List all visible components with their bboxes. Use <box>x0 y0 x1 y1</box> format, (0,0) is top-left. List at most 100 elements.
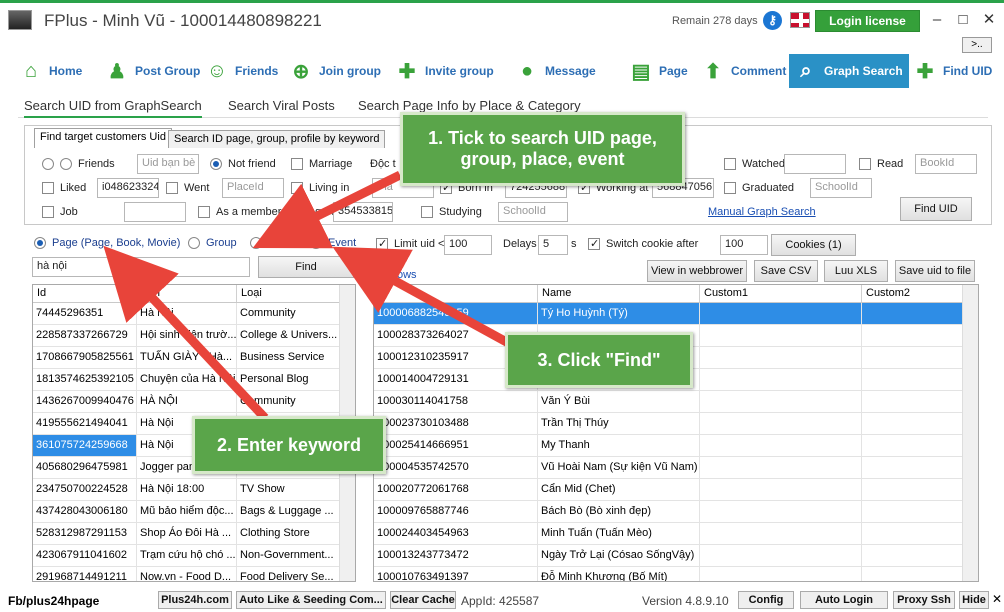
switch-cookie-check[interactable]: Switch cookie after <box>588 237 698 250</box>
living-check[interactable]: Living in <box>291 182 349 194</box>
studying-input[interactable]: SchoolId <box>498 202 568 222</box>
tab-viral-posts[interactable]: Search Viral Posts <box>228 98 335 116</box>
table-row[interactable]: 100030114041758 Văn Ý Bùi <box>374 391 978 413</box>
toolbar-page[interactable]: ▤ Page <box>628 54 688 88</box>
column-header-name[interactable]: Tên <box>137 285 237 302</box>
checkbox[interactable] <box>42 206 54 218</box>
column-header-type[interactable]: Loại <box>237 285 341 302</box>
studying-check[interactable]: Studying <box>421 206 482 218</box>
table-row[interactable]: 100006882549959 Tý Ho Huỳnh (Tý) <box>374 303 978 325</box>
close-button[interactable]: ✕ <box>977 11 1001 29</box>
minimize-button[interactable]: – <box>925 11 949 29</box>
table-row[interactable]: 100013243773472 Ngày Trở Lại (Cósao SốngV… <box>374 545 978 567</box>
toolbar-graph-search[interactable]: ⌕ Graph Search <box>789 54 909 88</box>
radio[interactable] <box>188 237 200 249</box>
table-row[interactable]: 100020772061768 Cẩn Mid (Chet) <box>374 479 978 501</box>
table-row[interactable]: 100009765887746 Bách Bò (Bò xinh đẹp) <box>374 501 978 523</box>
radio[interactable] <box>60 158 72 170</box>
limit-check[interactable]: Limit uid < <box>376 237 444 250</box>
group-option[interactable]: Group <box>188 237 237 249</box>
went-check[interactable]: Went <box>166 182 209 194</box>
more-button[interactable]: >.. <box>962 37 992 53</box>
toolbar-find-uid[interactable]: ✚ Find UID <box>912 54 993 88</box>
table-row[interactable]: 100023730103488 Trần Thị Thúy <box>374 413 978 435</box>
maximize-button[interactable]: □ <box>951 11 975 29</box>
watched-input[interactable] <box>784 154 846 174</box>
table-row[interactable]: 234750700224528 Hà Nội 18:00 TV Show <box>33 479 355 501</box>
went-input[interactable]: PlaceId <box>222 178 284 198</box>
keyword-input[interactable]: hà nội <box>32 257 250 277</box>
switch-cookie-input[interactable]: 100 <box>720 235 768 255</box>
plus24h-button[interactable]: Plus24h.com <box>158 591 232 609</box>
find-button[interactable]: Find <box>258 256 354 278</box>
table-row[interactable]: 423067911041602 Trạm cứu hộ chó ... Non-Go… <box>33 545 355 567</box>
graduated-input[interactable]: SchoolId <box>810 178 872 198</box>
table-row[interactable]: 437428043006180 Mũ bảo hiểm độc... Bags & … <box>33 501 355 523</box>
table-row[interactable]: 100024403454963 Minh Tuấn (Tuấn Mèo) <box>374 523 978 545</box>
radio[interactable] <box>250 237 262 249</box>
liked-check[interactable]: Liked <box>42 182 86 194</box>
luu-xls-button[interactable]: Luu XLS <box>824 260 888 282</box>
member-input[interactable]: 354533815 <box>333 202 393 222</box>
watched-check[interactable]: Watched <box>724 158 785 170</box>
config-button[interactable]: Config <box>738 591 794 609</box>
checkbox[interactable] <box>859 158 871 170</box>
close-icon[interactable]: ✕ <box>992 592 1002 606</box>
toolbar-join-group[interactable]: ⊕ Join group <box>288 54 381 88</box>
tab-search-uid[interactable]: Search UID from GraphSearch <box>24 98 202 118</box>
delays-input[interactable]: 5 <box>538 235 568 255</box>
key-icon[interactable]: ⚷ <box>763 11 782 30</box>
radio[interactable] <box>310 237 322 249</box>
column-header-name[interactable]: Name <box>538 285 700 302</box>
checkbox[interactable] <box>291 182 303 194</box>
member-check[interactable]: As a member of the grou <box>198 206 337 218</box>
table-row[interactable]: 1436267009940476 HÀ NỘI Community <box>33 391 355 413</box>
toolbar-message[interactable]: ● Message <box>514 54 596 88</box>
toolbar-invite-group[interactable]: ✚ Invite group <box>394 54 494 88</box>
checkbox[interactable] <box>421 206 433 218</box>
find-uid-button[interactable]: Find UID <box>900 197 972 221</box>
checkbox[interactable] <box>166 182 178 194</box>
not-friend-option[interactable]: Not friend <box>210 158 276 170</box>
job-check[interactable]: Job <box>42 206 78 218</box>
radio[interactable] <box>42 158 54 170</box>
manual-graph-search-link[interactable]: Manual Graph Search <box>708 206 816 218</box>
job-input[interactable] <box>124 202 186 222</box>
checkbox[interactable] <box>724 182 736 194</box>
page-option[interactable]: Page (Page, Book, Movie) <box>34 237 180 249</box>
table-row[interactable]: 528312987291153 Shop Áo Đôi Hà ... Clothin… <box>33 523 355 545</box>
login-license-button[interactable]: Login license <box>815 10 920 32</box>
column-header-id[interactable]: Id <box>374 285 538 302</box>
table-row[interactable]: 100010763491397 Đỗ Minh Khương (Bố Mít) <box>374 567 978 581</box>
column-header-custom1[interactable]: Custom1 <box>700 285 862 302</box>
hide-button[interactable]: Hide <box>959 591 989 609</box>
event-option[interactable]: Event <box>310 237 356 249</box>
subtab-target-customers[interactable]: Find target customers Uid <box>34 128 172 148</box>
liked-input[interactable]: i048623324 <box>97 178 159 198</box>
table-row[interactable]: 291968714491211 Now.vn - Food D... Food De… <box>33 567 355 581</box>
subtab-search-id[interactable]: Search ID page, group, profile by keywor… <box>168 130 386 148</box>
read-input[interactable]: BookId <box>915 154 977 174</box>
checkbox[interactable] <box>376 237 388 250</box>
marriage-check[interactable]: Marriage <box>291 158 352 170</box>
auto-like-button[interactable]: Auto Like & Seeding Com... <box>236 591 386 609</box>
right-table-scrollbar[interactable] <box>962 285 978 581</box>
column-header-custom2[interactable]: Custom2 <box>862 285 964 302</box>
friends-option[interactable]: Friends <box>42 158 115 170</box>
read-check[interactable]: Read <box>859 158 903 170</box>
graduated-check[interactable]: Graduated <box>724 182 794 194</box>
table-row[interactable]: 228587337266729 Hội sinh viên trườ... Coll… <box>33 325 355 347</box>
toolbar-friends[interactable]: ☺ Friends <box>204 54 279 88</box>
view-webbrowser-button[interactable]: View in webbrower <box>647 260 747 282</box>
uk-flag-icon[interactable] <box>790 12 810 28</box>
table-row[interactable]: 1813574625392105 Chuyện của Hà Nội Persona… <box>33 369 355 391</box>
table-row[interactable]: 100004535742570 Vũ Hoài Nam (Sự kiện Vũ N… <box>374 457 978 479</box>
checkbox[interactable] <box>291 158 303 170</box>
cookies-button[interactable]: Cookies (1) <box>771 234 856 256</box>
proxy-ssh-button[interactable]: Proxy Ssh <box>893 591 955 609</box>
toolbar-comment[interactable]: ⬆ Comment <box>700 54 787 88</box>
save-csv-button[interactable]: Save CSV <box>754 260 818 282</box>
column-header-id[interactable]: Id <box>33 285 137 302</box>
radio[interactable] <box>34 237 46 249</box>
save-uid-button[interactable]: Save uid to file <box>895 260 975 282</box>
